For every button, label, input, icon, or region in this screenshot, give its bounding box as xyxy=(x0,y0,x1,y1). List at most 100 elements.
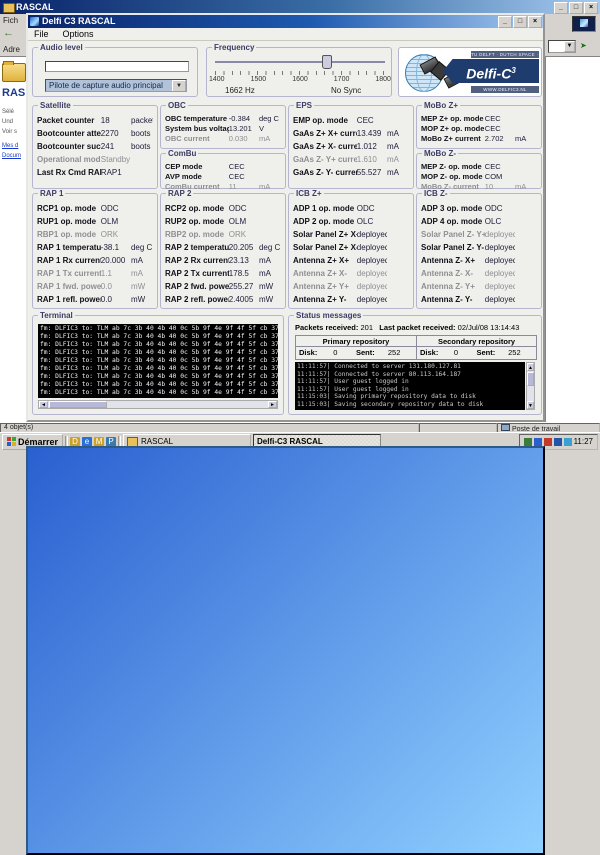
show-desktop-icon[interactable]: D xyxy=(70,437,80,447)
sidebar-text: Und xyxy=(2,119,13,125)
menu-fichier[interactable]: Fich xyxy=(3,16,18,25)
chevron-down-icon[interactable]: ▼ xyxy=(172,80,186,92)
telemetry-row: MEP Z- op. modeCEC xyxy=(417,162,541,172)
combu-panel: ComBuCEP modeCECAVP modeCECComBu current… xyxy=(160,153,286,189)
windows-flag-icon xyxy=(7,437,16,446)
telemetry-row: GaAs Z- Y- current55.527mA xyxy=(289,166,413,179)
scroll-thumb[interactable] xyxy=(49,401,107,408)
audio-device-select[interactable]: Pilote de capture audio principal ▼ xyxy=(45,79,187,92)
telemetry-row: RUP2 op. modeOLM xyxy=(161,215,285,228)
maximize-icon[interactable]: □ xyxy=(513,16,527,28)
telemetry-row: Antenna Z- Y+deployed xyxy=(417,280,541,293)
status-log-vscrollbar[interactable]: ▲ ▼ xyxy=(526,362,535,410)
scroll-left-icon[interactable]: ◄ xyxy=(39,401,48,408)
task-button-delfi-c3-rascal[interactable]: Delfi-C3 RASCAL xyxy=(253,434,381,450)
telemetry-row: Bootcounter succes241boots xyxy=(33,140,157,153)
mobo2-title: MoBo Z- xyxy=(422,149,458,158)
close-icon[interactable]: × xyxy=(528,16,542,28)
menu-options[interactable]: Options xyxy=(57,28,100,40)
obc-title: OBC xyxy=(166,101,188,110)
scroll-thumb[interactable] xyxy=(527,372,534,386)
telemetry-row: Antenna Z- X-deployed xyxy=(417,267,541,280)
terminal-hscrollbar[interactable]: ◄ ► xyxy=(38,400,278,409)
app-icon xyxy=(253,446,381,450)
address-label: Adre xyxy=(3,45,20,54)
secondary-disk-value: 0 xyxy=(454,347,477,358)
telemetry-row: Solar Panel Z- Y+deployed xyxy=(417,228,541,241)
telemetry-row: RAP 1 temperature-38.1deg C xyxy=(33,241,157,254)
address-dropdown[interactable]: ▼ xyxy=(548,40,576,53)
logo-url-banner: WWW.DELFIC3.NL xyxy=(471,86,539,93)
telemetry-row: ADP 2 op. modeOLC xyxy=(289,215,413,228)
minimize-icon[interactable]: _ xyxy=(554,2,568,14)
background-file-area xyxy=(545,57,600,422)
packets-received-label: Packets received: xyxy=(295,323,358,332)
scroll-right-icon[interactable]: ► xyxy=(268,401,277,408)
logo-top-banner: TU DELFT · DUTCH SPACE · TNO xyxy=(471,51,539,58)
primary-sent-value: 252 xyxy=(388,347,413,358)
back-arrow-icon[interactable]: ← xyxy=(3,27,14,39)
go-icon[interactable]: ➤ xyxy=(580,41,587,50)
telemetry-row: RAP 1 refl. power0.0mW xyxy=(33,293,157,306)
status-log[interactable]: 11:11:57| Connected to server 131.180.12… xyxy=(295,362,525,410)
telemetry-row: Antenna Z+ X-deployed xyxy=(289,267,413,280)
folder-icon xyxy=(3,3,15,13)
tick-label: 1500 xyxy=(251,76,267,83)
telemetry-row: Antenna Z+ X+deployed xyxy=(289,254,413,267)
telemetry-row: Operational modeStandby xyxy=(33,153,157,166)
scroll-up-icon[interactable]: ▲ xyxy=(527,363,534,371)
telemetry-row: RAP 2 refl. power2.4005mW xyxy=(161,293,285,306)
maximize-icon[interactable]: □ xyxy=(569,2,583,14)
outlook-icon[interactable]: M xyxy=(94,437,104,447)
telemetry-row: OBC current0.030mA xyxy=(161,134,285,144)
last-packet-label: Last packet received: xyxy=(379,323,455,332)
tick-label: 1600 xyxy=(292,76,308,83)
secondary-repository: Secondary repository Disk:0 Sent:252 xyxy=(416,336,536,359)
telemetry-row: Solar Panel Z- Y-deployed xyxy=(417,241,541,254)
audio-level-group: Audio level Pilote de capture audio prin… xyxy=(32,47,198,97)
media-player-icon[interactable]: P xyxy=(106,437,116,447)
network-icon[interactable] xyxy=(544,438,552,446)
chevron-down-icon[interactable]: ▼ xyxy=(564,41,575,52)
mobo-zplus-panel: MoBo Z+MEP Z+ op. modeCECMOP Z+ op. mode… xyxy=(416,105,542,149)
volume-icon[interactable] xyxy=(524,438,532,446)
rap1-title: RAP 1 xyxy=(38,189,65,198)
app-titlebar[interactable]: Delfi C3 RASCAL _ □ × xyxy=(28,15,543,28)
telemetry-row: GaAs Z+ X+ current13.439mA xyxy=(289,127,413,140)
telemetry-row: GaAs Z+ X- current1.012mA xyxy=(289,140,413,153)
icb1-title: ICB Z+ xyxy=(294,189,324,198)
menu-file[interactable]: File xyxy=(28,28,55,40)
secondary-sent-value: 252 xyxy=(508,347,533,358)
delfi-rascal-window: Delfi C3 RASCAL _ □ × File Options Audio… xyxy=(26,13,545,422)
app-icon xyxy=(30,17,39,26)
telemetry-row: Antenna Z+ Y+deployed xyxy=(289,280,413,293)
sidebar-link-mes-documents[interactable]: Mes d xyxy=(2,143,18,149)
telemetry-row: Antenna Z- X+deployed xyxy=(417,254,541,267)
minimize-icon[interactable]: _ xyxy=(498,16,512,28)
rap1-panel: RAP 1RCP1 op. modeODCRUP1 op. modeOLMRBP… xyxy=(32,193,158,309)
tick-label: 1700 xyxy=(334,76,350,83)
terminal-output[interactable]: fm: DLFIC3 to: TLM ab 7c 3b 40 4b 40 0c … xyxy=(38,324,278,398)
background-window-titlebar[interactable]: RASCAL _ □ × xyxy=(0,0,600,14)
sidebar-link-documents[interactable]: Docum xyxy=(2,153,21,159)
telemetry-row: Bootcounter attempt2270boots xyxy=(33,127,157,140)
frequency-slider-track[interactable] xyxy=(215,61,385,63)
scroll-down-icon[interactable]: ▼ xyxy=(527,401,534,409)
telemetry-row: Solar Panel Z+ X-deployed xyxy=(289,241,413,254)
frequency-slider-knob[interactable] xyxy=(322,55,332,69)
globe-icon[interactable] xyxy=(564,438,572,446)
primary-repository-header: Primary repository xyxy=(296,336,416,347)
ie-icon[interactable]: e xyxy=(82,437,92,447)
background-sidebar: RAS Sélé Und Voir s Mes d Docum xyxy=(0,57,26,422)
display-icon[interactable] xyxy=(534,438,542,446)
telemetry-row: MoBo Z+ current2.702mA xyxy=(417,134,541,144)
telemetry-row: RBP1 op. modeORK xyxy=(33,228,157,241)
sync-status: No Sync xyxy=(331,86,361,95)
eps-panel: EPSEMP op. modeCECGaAs Z+ X+ current13.4… xyxy=(288,105,414,189)
secondary-repository-header: Secondary repository xyxy=(417,336,536,347)
telemetry-row: RCP2 op. modeODC xyxy=(161,202,285,215)
shield-icon[interactable] xyxy=(554,438,562,446)
satellite-panel: SatellitePacket counter18packetsBootcoun… xyxy=(32,105,158,189)
close-icon[interactable]: × xyxy=(584,2,598,14)
frequency-title: Frequency xyxy=(212,43,256,52)
